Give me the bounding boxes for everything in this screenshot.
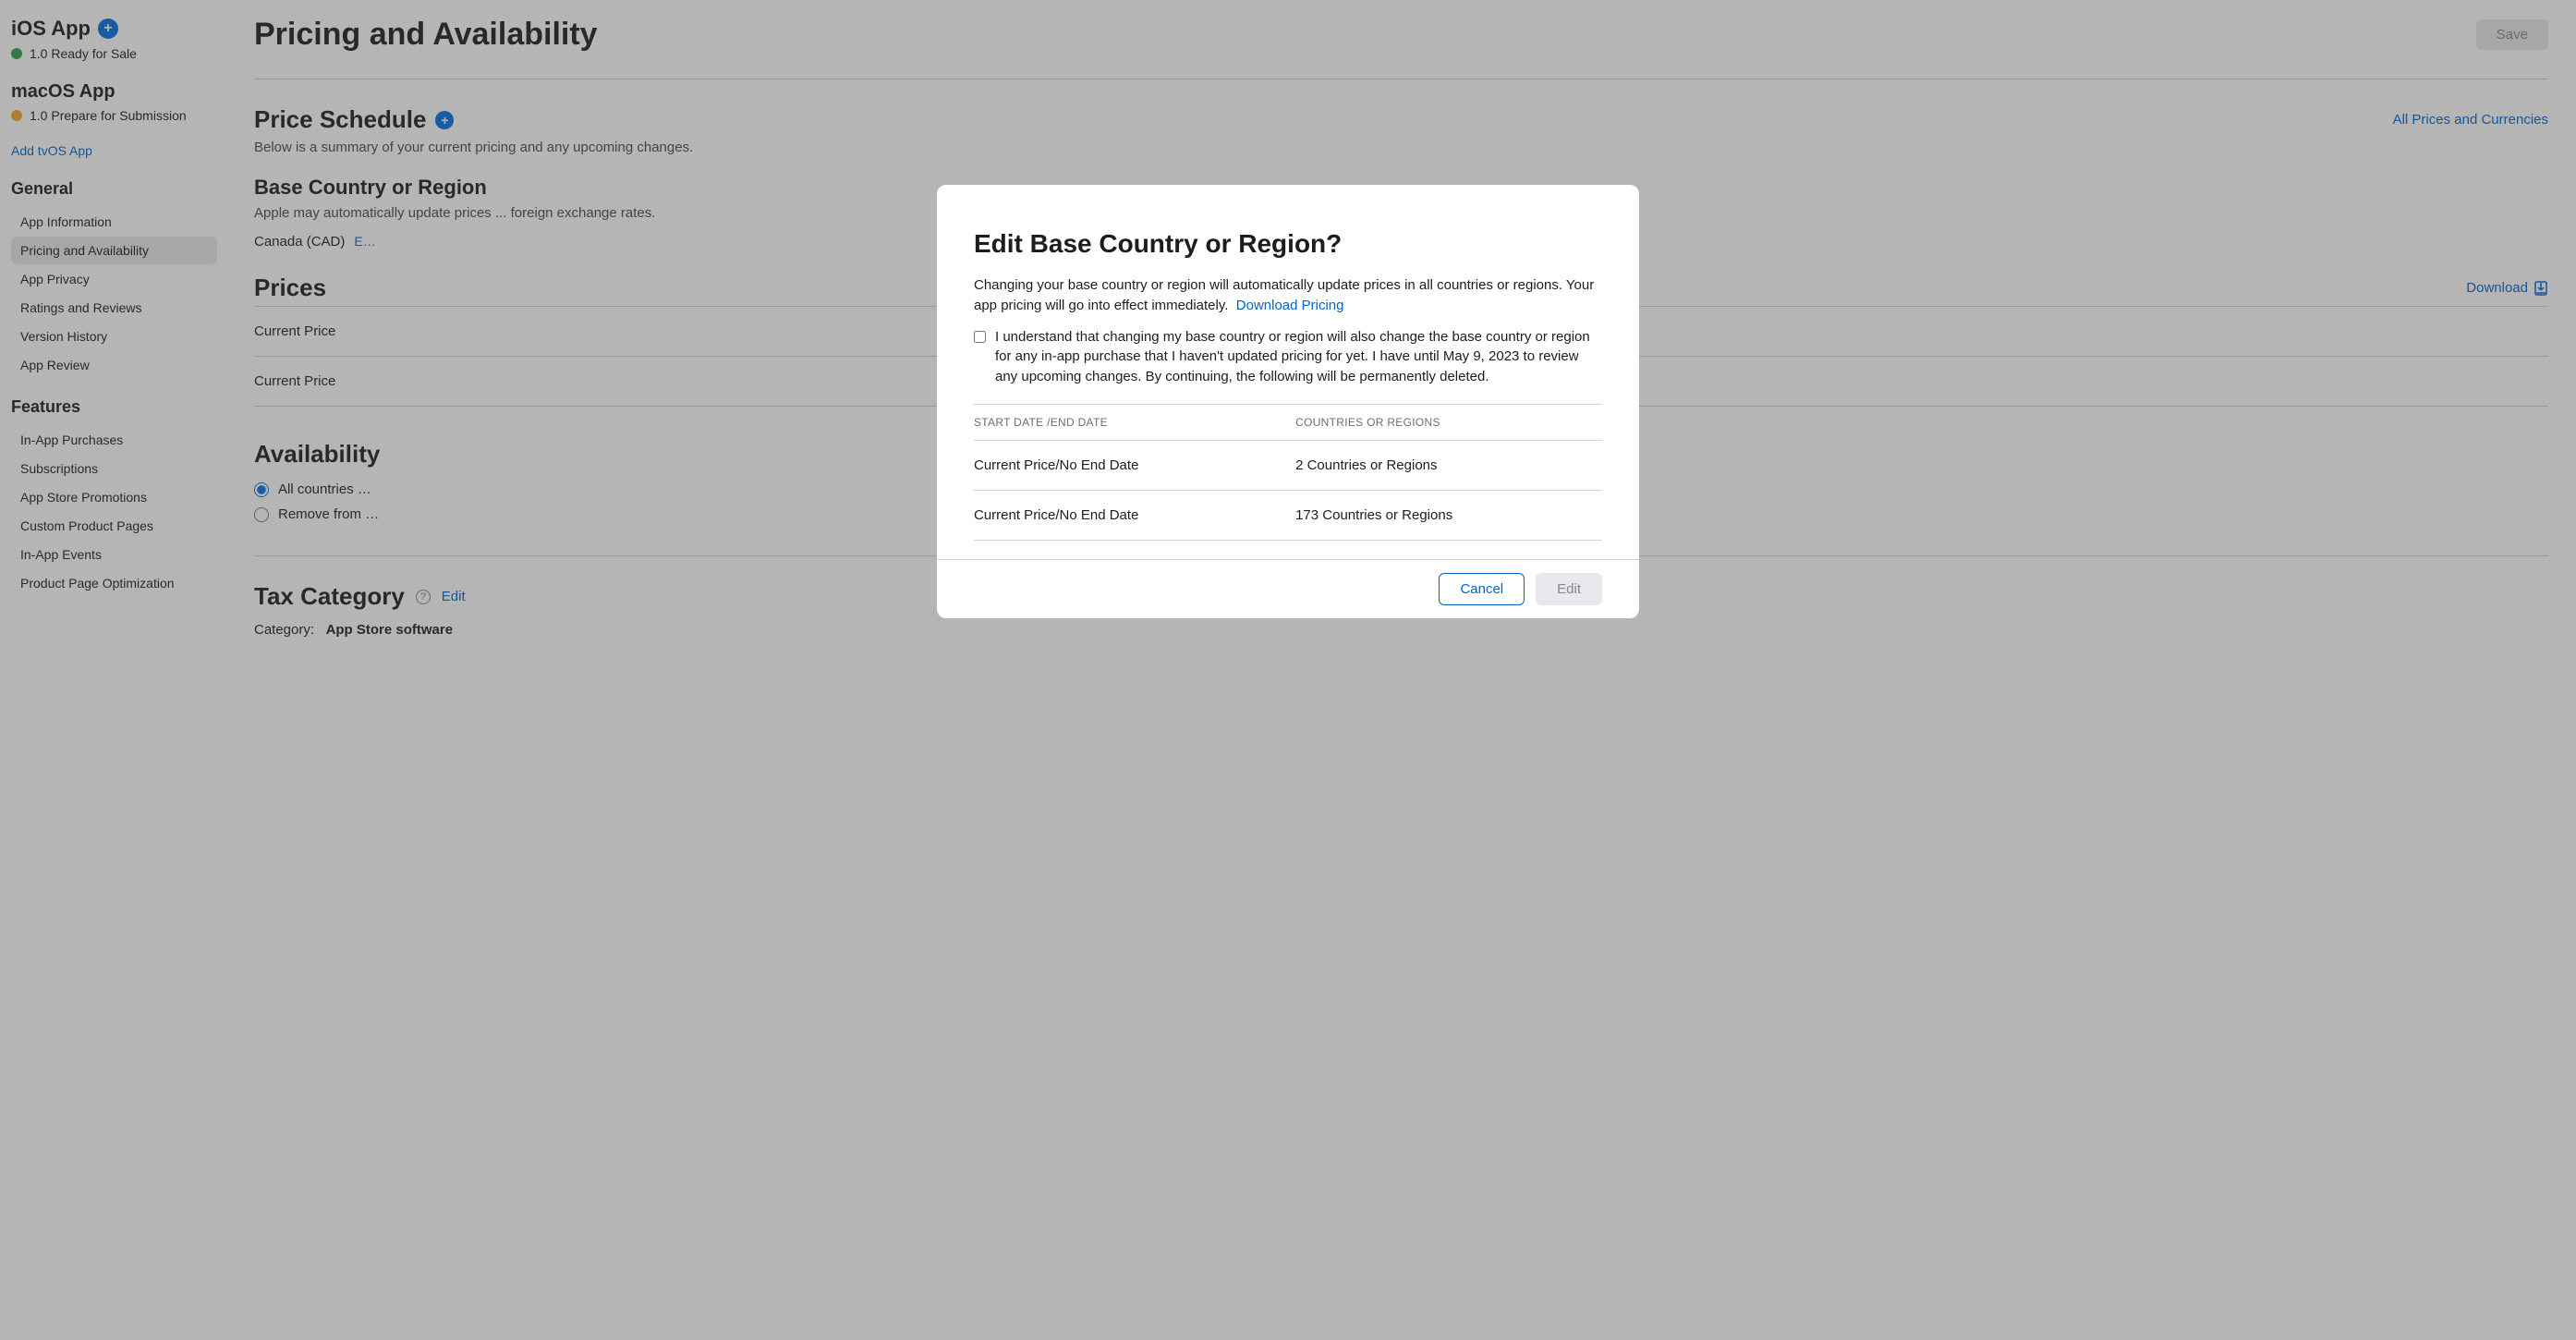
modal-backdrop[interactable]: Edit Base Country or Region? Changing yo… [0, 0, 2576, 1340]
modal-body: Edit Base Country or Region? Changing yo… [937, 185, 1639, 559]
modal-title: Edit Base Country or Region? [974, 229, 1602, 259]
cancel-button[interactable]: Cancel [1439, 573, 1525, 605]
col-start-end-date: START DATE /END DATE [974, 404, 1295, 440]
consent-row[interactable]: I understand that changing my base count… [974, 327, 1602, 387]
modal-table: START DATE /END DATE COUNTRIES OR REGION… [974, 404, 1602, 541]
download-pricing-link[interactable]: Download Pricing [1236, 298, 1344, 313]
edit-base-region-modal: Edit Base Country or Region? Changing yo… [937, 185, 1639, 618]
col-countries-regions: COUNTRIES OR REGIONS [1295, 404, 1602, 440]
cell-dates: Current Price/No End Date [974, 490, 1295, 540]
consent-text: I understand that changing my base count… [995, 327, 1602, 387]
cell-dates: Current Price/No End Date [974, 440, 1295, 490]
cell-regions: 173 Countries or Regions [1295, 490, 1602, 540]
modal-footer: Cancel Edit [937, 559, 1639, 618]
consent-checkbox[interactable] [974, 331, 986, 343]
modal-description: Changing your base country or region wil… [974, 275, 1602, 316]
edit-button[interactable]: Edit [1536, 573, 1602, 605]
table-row: Current Price/No End Date 2 Countries or… [974, 440, 1602, 490]
cell-regions: 2 Countries or Regions [1295, 440, 1602, 490]
table-row: Current Price/No End Date 173 Countries … [974, 490, 1602, 540]
